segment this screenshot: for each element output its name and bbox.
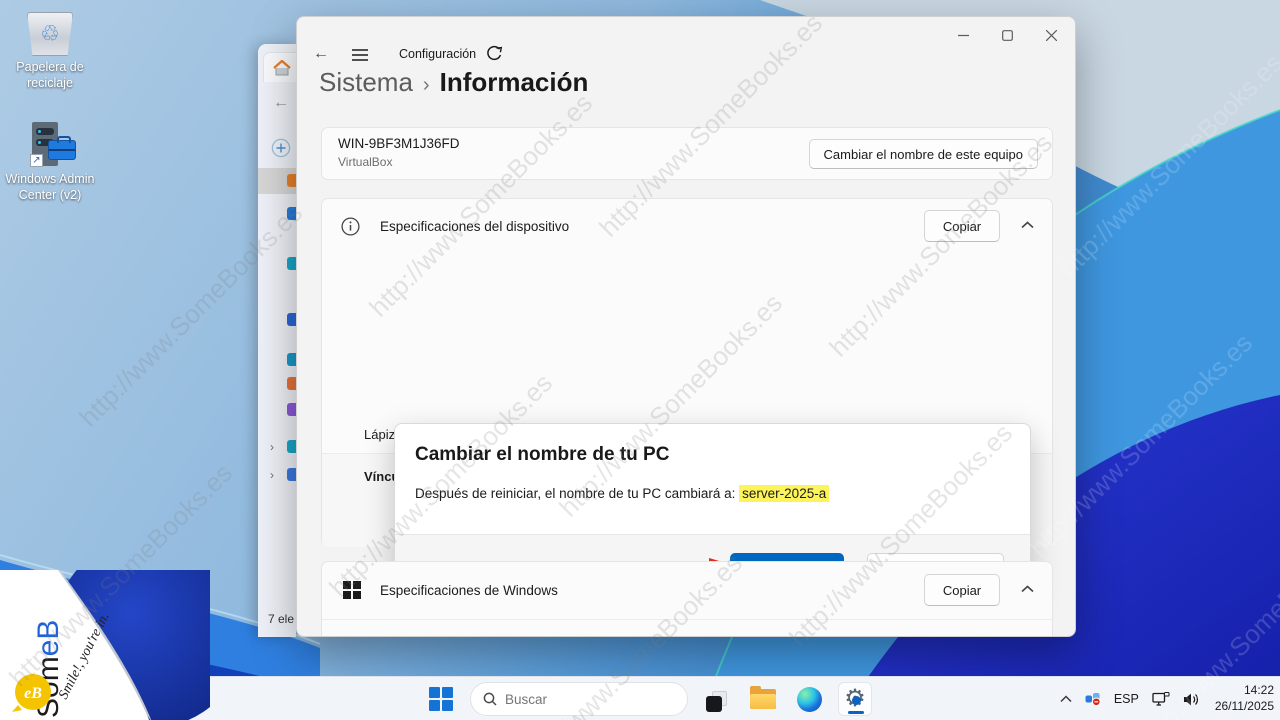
edition-value: Windows Server 2025 Standard (564, 634, 748, 636)
recycle-bin-icon: ♲ (27, 12, 73, 56)
folder-icon (750, 686, 776, 709)
copy-device-specs-button[interactable]: Copiar (924, 210, 1000, 242)
windows-logo-icon (343, 581, 361, 599)
explorer-selected-item[interactable] (258, 168, 300, 194)
tray-time: 14:22 (1243, 683, 1274, 698)
app-title: Configuración (399, 47, 477, 61)
chevron-up-icon[interactable] (1021, 221, 1034, 229)
desktop-icon-recycle-bin[interactable]: ♲ Papelera de reciclaje (2, 12, 98, 91)
page-title: Información (439, 67, 589, 97)
file-explorer-button[interactable] (746, 682, 780, 716)
device-name: WIN-9BF3M1J36FD (338, 136, 460, 151)
tray-device-status-icon[interactable] (1085, 692, 1101, 706)
desktop-icon-label: Papelera de reciclaje (16, 60, 84, 90)
speaker-icon[interactable] (1183, 692, 1202, 707)
hamburger-menu-icon[interactable] (351, 48, 369, 62)
expand-chevron-icon[interactable]: › (270, 440, 274, 454)
settings-window: ← Configuración Sistema › Información WI… (296, 16, 1076, 637)
chevron-up-icon[interactable] (1021, 585, 1034, 593)
somebooks-ribbon: Smile!, you're in. SomeB eB (0, 570, 210, 720)
device-name-card: WIN-9BF3M1J36FD VirtualBox Cambiar el no… (321, 127, 1053, 180)
device-specs-card: Especificaciones del dispositivo Copiar … (321, 198, 1053, 603)
explorer-back-icon[interactable]: ← (273, 94, 289, 112)
edition-label: Edición (364, 634, 407, 636)
windows-specs-card: Especificaciones de Windows Copiar Edici… (321, 561, 1053, 636)
dialog-title: Cambiar el nombre de tu PC (415, 444, 670, 465)
admin-center-icon: ↗ (22, 122, 78, 168)
refresh-icon[interactable] (485, 45, 503, 63)
task-view-icon (704, 685, 730, 713)
section-title: Especificaciones del dispositivo (380, 219, 570, 234)
start-button[interactable] (424, 682, 458, 716)
tray-overflow-chevron-icon[interactable] (1060, 695, 1072, 703)
dialog-body: Después de reiniciar, el nombre de tu PC… (415, 485, 830, 502)
new-pc-name-highlight: server-2025-a (739, 485, 830, 502)
tray-clock[interactable]: 14:22 26/11/2025 (1215, 683, 1274, 714)
shortcut-arrow-icon: ↗ (30, 154, 43, 167)
breadcrumb-separator-icon: › (422, 74, 430, 96)
dialog-body-text: Después de reiniciar, el nombre de tu PC… (415, 486, 740, 501)
section-title: Especificaciones de Windows (380, 583, 558, 598)
rename-pc-button[interactable]: Cambiar el nombre de este equipo (808, 139, 1038, 169)
taskbar-search[interactable] (470, 682, 688, 716)
task-view-button[interactable] (700, 682, 734, 716)
network-icon[interactable] (1152, 691, 1170, 707)
device-vendor: VirtualBox (338, 155, 393, 169)
edge-icon (796, 686, 822, 712)
running-app-indicator (848, 711, 864, 714)
desktop-icon-admin-center[interactable]: ↗ Windows Admin Center (v2) (2, 122, 98, 203)
desktop-screen: ♲ Papelera de reciclaje ↗ Windows Admin … (0, 0, 1280, 720)
desktop-icon-label: Windows Admin Center (v2) (5, 172, 95, 202)
copy-windows-specs-button[interactable]: Copiar (924, 574, 1000, 606)
language-indicator[interactable]: ESP (1114, 692, 1139, 706)
tray-date: 26/11/2025 (1214, 699, 1274, 713)
divider (322, 619, 1052, 620)
new-item-icon[interactable] (271, 138, 291, 158)
expand-chevron-icon[interactable]: › (270, 468, 274, 482)
settings-app-button[interactable]: ⚙ (838, 682, 872, 716)
search-icon (483, 692, 497, 706)
svg-text:eB: eB (24, 685, 42, 702)
breadcrumb-parent[interactable]: Sistema (319, 67, 413, 98)
edge-browser-button[interactable] (792, 682, 826, 716)
info-icon (341, 217, 360, 236)
home-icon (273, 60, 291, 76)
file-explorer-window[interactable]: ← › › 7 ele (258, 44, 303, 637)
search-input[interactable] (505, 691, 655, 707)
windows-start-icon (429, 687, 453, 711)
settings-nav-row: ← Configuración (297, 43, 1075, 69)
back-icon[interactable]: ← (313, 45, 329, 63)
breadcrumb: Sistema › Información (319, 67, 588, 98)
